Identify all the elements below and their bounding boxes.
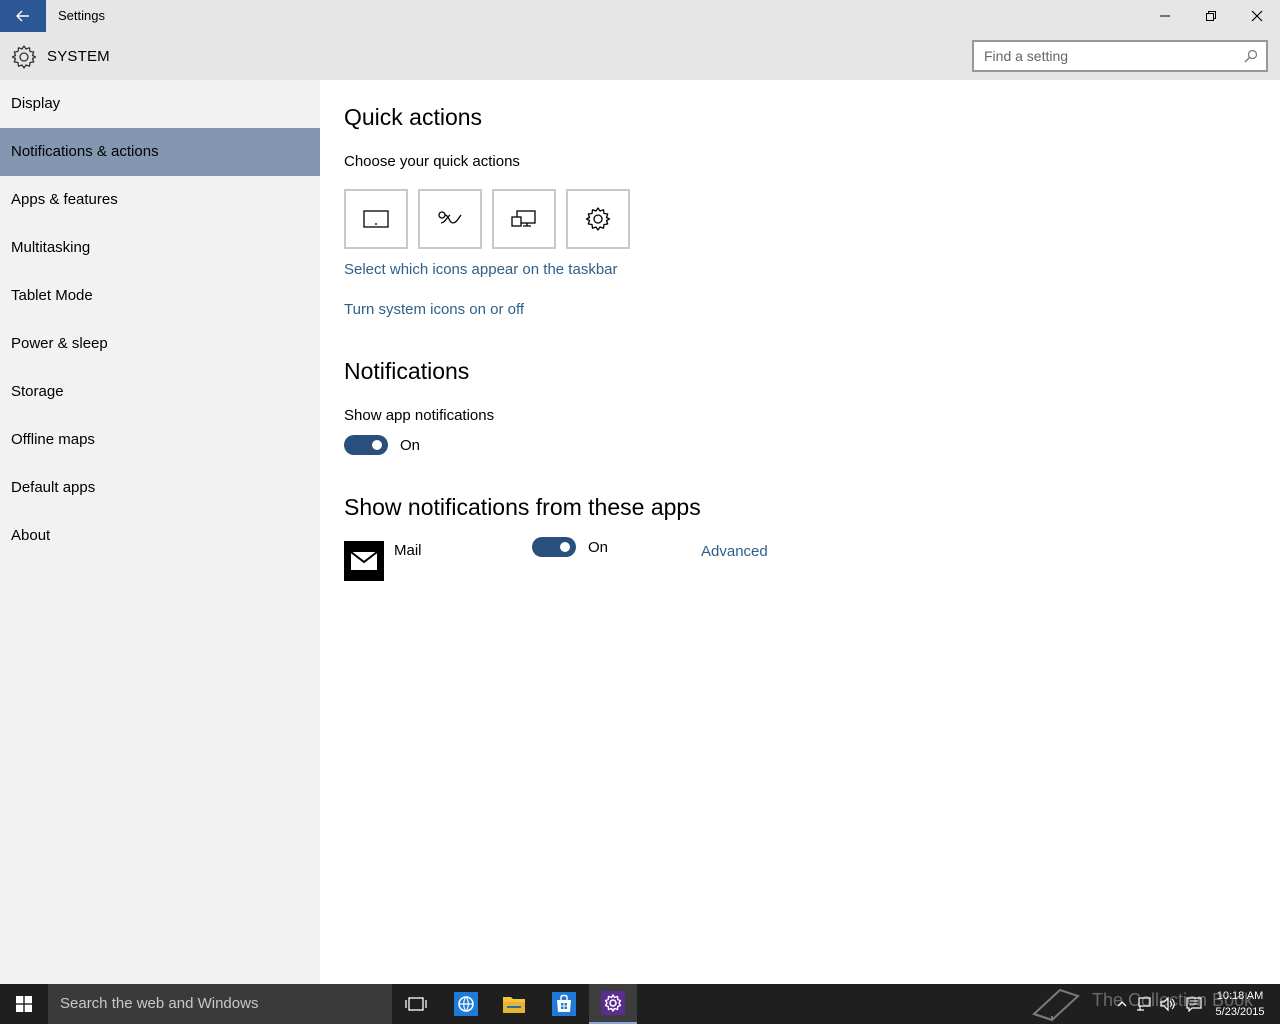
sidebar: Display Notifications & actions Apps & f… [0, 80, 320, 984]
page-title: SYSTEM [47, 48, 110, 65]
mail-advanced-link[interactable]: Advanced [701, 543, 768, 560]
back-arrow-icon [16, 10, 29, 22]
tablet-mode-icon [363, 210, 389, 228]
taskbar-settings-button[interactable] [589, 984, 637, 1024]
all-settings-icon [585, 207, 611, 231]
sidebar-item-power-sleep[interactable]: Power & sleep [0, 320, 320, 368]
sidebar-item-multitasking[interactable]: Multitasking [0, 224, 320, 272]
settings-app-icon [601, 991, 625, 1015]
search-box[interactable] [972, 40, 1268, 72]
select-taskbar-icons-link[interactable]: Select which icons appear on the taskbar [344, 261, 618, 278]
quick-action-tile-tablet-mode[interactable] [344, 189, 408, 249]
show-app-notifications-state: On [400, 437, 421, 454]
network-icon[interactable] [1136, 996, 1152, 1012]
connect-icon [438, 211, 462, 224]
search-input[interactable] [974, 42, 1224, 70]
back-button[interactable] [0, 0, 46, 32]
show-app-notifications-toggle[interactable] [344, 435, 388, 455]
minimize-button[interactable] [1142, 0, 1188, 32]
close-button[interactable] [1234, 0, 1280, 32]
task-view-icon [405, 997, 427, 1011]
folder-icon [503, 997, 525, 1013]
gear-icon [11, 45, 37, 69]
show-app-notifications-label: Show app notifications [344, 407, 495, 424]
page-header: SYSTEM [0, 32, 1280, 80]
main-content: Quick actions Choose your quick actions … [320, 80, 1280, 984]
taskbar: Search the web and Windows The Collectio… [0, 984, 1280, 1024]
sidebar-item-notifications-actions[interactable]: Notifications & actions [0, 128, 320, 176]
close-icon [1251, 10, 1263, 22]
quick-action-tile-connect[interactable] [418, 189, 482, 249]
quick-actions-subheading: Choose your quick actions [344, 153, 520, 170]
browser-icon [454, 992, 478, 1016]
taskbar-search-box[interactable]: Search the web and Windows [48, 984, 392, 1024]
restore-button[interactable] [1188, 0, 1234, 32]
sidebar-item-about[interactable]: About [0, 512, 320, 560]
minimize-icon [1160, 15, 1170, 17]
quick-action-tile-all-settings[interactable] [566, 189, 630, 249]
restore-icon [1206, 11, 1216, 21]
search-icon[interactable] [1244, 49, 1258, 63]
window-title: Settings [58, 8, 105, 23]
taskbar-store-button[interactable] [540, 984, 588, 1024]
apps-notifications-heading: Show notifications from these apps [344, 494, 701, 520]
quick-actions-heading: Quick actions [344, 104, 483, 130]
start-button[interactable] [0, 984, 48, 1024]
volume-icon[interactable] [1160, 996, 1176, 1012]
sidebar-item-storage[interactable]: Storage [0, 368, 320, 416]
taskbar-file-explorer-button[interactable] [490, 984, 538, 1024]
project-icon [511, 210, 536, 227]
task-view-button[interactable] [392, 984, 440, 1024]
book-logo-icon [1032, 988, 1080, 1022]
mail-icon [350, 551, 378, 570]
title-bar: Settings [0, 0, 1280, 32]
taskbar-clock[interactable]: 10:18 AM 5/23/2015 [1212, 988, 1268, 1020]
sidebar-item-tablet-mode[interactable]: Tablet Mode [0, 272, 320, 320]
sidebar-item-display[interactable]: Display [0, 80, 320, 128]
action-center-icon[interactable] [1186, 996, 1202, 1012]
quick-action-tile-project[interactable] [492, 189, 556, 249]
sidebar-item-default-apps[interactable]: Default apps [0, 464, 320, 512]
mail-notifications-state: On [588, 539, 609, 556]
clock-time: 10:18 AM [1216, 990, 1264, 1002]
mail-app-tile [344, 541, 384, 581]
system-icons-link[interactable]: Turn system icons on or off [344, 301, 524, 318]
clock-date: 5/23/2015 [1215, 1006, 1265, 1018]
notifications-heading: Notifications [344, 358, 470, 384]
windows-logo-icon [16, 996, 32, 1012]
sidebar-item-offline-maps[interactable]: Offline maps [0, 416, 320, 464]
store-icon [552, 992, 576, 1016]
mail-app-name: Mail [394, 542, 422, 559]
mail-notifications-toggle[interactable] [532, 537, 576, 557]
show-hidden-icons-icon[interactable] [1114, 996, 1130, 1012]
taskbar-browser-button[interactable] [442, 984, 490, 1024]
sidebar-item-apps-features[interactable]: Apps & features [0, 176, 320, 224]
